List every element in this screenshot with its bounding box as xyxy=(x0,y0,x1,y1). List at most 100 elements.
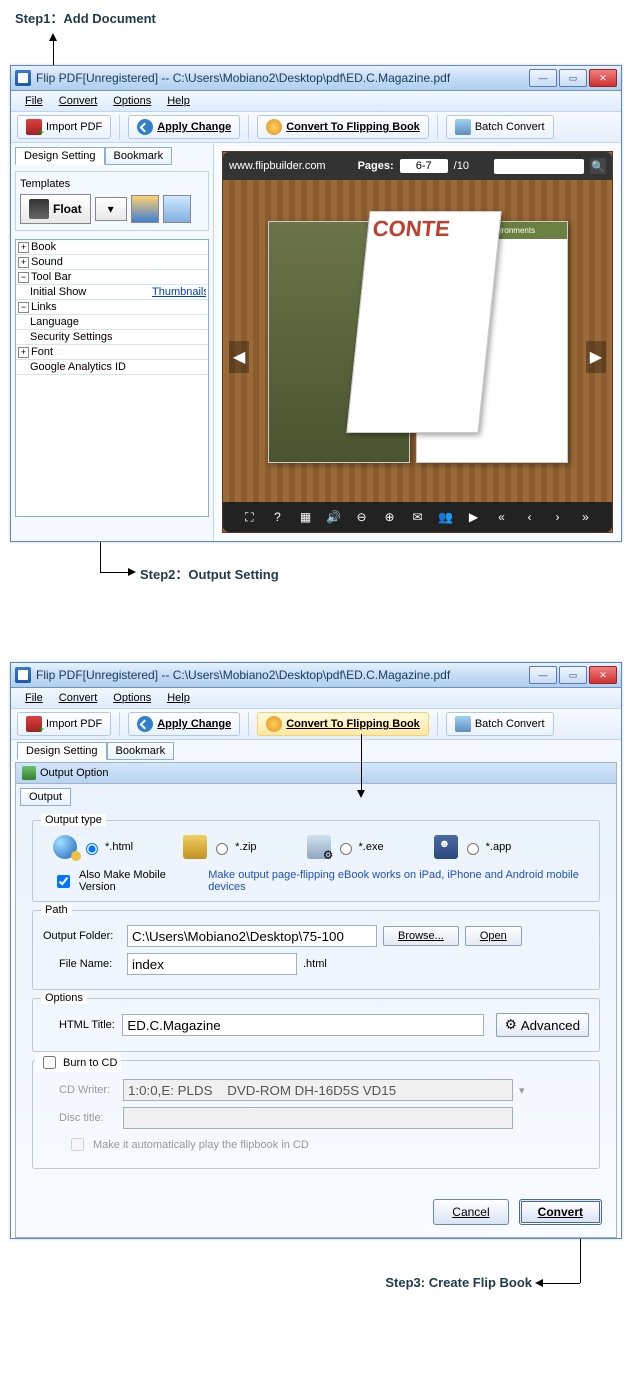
tab-bookmark[interactable]: Bookmark xyxy=(105,147,173,165)
main-window: Flip PDF[Unregistered] -- C:\Users\Mobia… xyxy=(10,65,622,542)
apply-icon xyxy=(137,119,153,135)
tree-language[interactable]: Language xyxy=(30,316,152,328)
arrow-step1-head xyxy=(49,33,57,41)
mail-icon[interactable]: ✉ xyxy=(409,508,427,526)
browse-button[interactable]: Browse... xyxy=(383,926,459,946)
page-stack[interactable]: st Effective Green Environments CONTE xyxy=(268,216,568,466)
fullscreen-icon[interactable]: ⛶ xyxy=(241,508,259,526)
tree-initial-show[interactable]: Initial Show xyxy=(30,286,152,298)
preview-area: www.flipbuilder.com Pages: 6-7 /10 🔍 ◀ s… xyxy=(214,143,621,541)
import-icon xyxy=(26,716,42,732)
page-prev-arrow[interactable]: ◀ xyxy=(229,341,249,373)
radio-zip[interactable] xyxy=(216,843,228,855)
next-page-icon[interactable]: › xyxy=(549,508,567,526)
play-icon[interactable]: ▶ xyxy=(465,508,483,526)
burn-cd-fieldset: Burn to CD CD Writer: ▾ Disc title: Make… xyxy=(32,1060,600,1169)
advanced-button[interactable]: ⚙Advanced xyxy=(496,1013,589,1037)
mobile-version-checkbox[interactable] xyxy=(57,875,70,888)
tree-initial-show-val[interactable]: Thumbnails xyxy=(152,286,206,298)
convert-flipping-button-active[interactable]: Convert To Flipping Book xyxy=(257,712,429,736)
html-title-label: HTML Title: xyxy=(59,1019,116,1031)
tree-links[interactable]: Links xyxy=(31,301,57,313)
import-pdf-button[interactable]: Import PDF xyxy=(17,712,111,736)
tree-font[interactable]: Font xyxy=(31,346,53,358)
help-icon[interactable]: ? xyxy=(269,508,287,526)
menu-file[interactable]: File xyxy=(17,93,51,109)
cancel-button[interactable]: Cancel xyxy=(433,1199,508,1225)
menu-convert[interactable]: Convert xyxy=(51,93,106,109)
thumbnails-icon[interactable]: ▦ xyxy=(297,508,315,526)
template-float-button[interactable]: Float xyxy=(20,194,91,224)
float-label: Float xyxy=(53,202,82,216)
zoom-out-icon[interactable]: ⊖ xyxy=(353,508,371,526)
search-input[interactable] xyxy=(494,159,584,174)
dropdown-icon: ▾ xyxy=(519,1084,525,1097)
zoom-in-icon[interactable]: ⊕ xyxy=(381,508,399,526)
burn-cd-checkbox[interactable] xyxy=(43,1056,56,1069)
output-option-dialog: Output Option Output Output type *.html … xyxy=(15,762,617,1238)
file-name-input[interactable] xyxy=(127,953,297,975)
last-page-icon[interactable]: » xyxy=(577,508,595,526)
first-page-icon[interactable]: « xyxy=(493,508,511,526)
apply-label: Apply Change xyxy=(157,121,231,133)
menu-options[interactable]: Options xyxy=(105,93,159,109)
prev-page-icon[interactable]: ‹ xyxy=(521,508,539,526)
tab-design-setting[interactable]: Design Setting xyxy=(15,147,105,165)
template-dropdown-button[interactable]: ▾ xyxy=(95,197,127,221)
page-input[interactable]: 6-7 xyxy=(400,159,448,173)
menu-file[interactable]: File xyxy=(17,690,51,706)
close-button[interactable]: ✕ xyxy=(589,69,617,87)
radio-exe[interactable] xyxy=(340,843,352,855)
tree-toolbar[interactable]: Tool Bar xyxy=(31,271,71,283)
radio-html[interactable] xyxy=(86,843,98,855)
page-total: /10 xyxy=(454,160,469,172)
import-pdf-button[interactable]: Import PDF xyxy=(17,115,111,139)
exe-icon xyxy=(307,835,331,859)
import-icon xyxy=(26,119,42,135)
batch-convert-button[interactable]: Batch Convert xyxy=(446,712,554,736)
settings-tree[interactable]: +Book +Sound −Tool Bar Initial ShowThumb… xyxy=(15,239,209,517)
tab-output[interactable]: Output xyxy=(20,788,71,806)
menu-convert[interactable]: Convert xyxy=(51,690,106,706)
template-export-button[interactable] xyxy=(163,195,191,223)
template-style-button[interactable] xyxy=(131,195,159,223)
html-title-input[interactable] xyxy=(122,1014,483,1036)
apply-change-button[interactable]: Apply Change xyxy=(128,712,240,736)
tab-design-setting-2[interactable]: Design Setting xyxy=(17,742,107,760)
minimize-button[interactable]: — xyxy=(529,666,557,684)
menubar-2: File Convert Options Help xyxy=(11,688,621,709)
menu-options[interactable]: Options xyxy=(105,690,159,706)
maximize-button[interactable]: ▭ xyxy=(559,666,587,684)
maximize-button[interactable]: ▭ xyxy=(559,69,587,87)
arrow-step3-v xyxy=(580,1239,581,1283)
tab-bookmark-2[interactable]: Bookmark xyxy=(107,742,175,760)
batch-convert-button[interactable]: Batch Convert xyxy=(446,115,554,139)
tree-book[interactable]: Book xyxy=(31,241,56,253)
radio-app[interactable] xyxy=(467,843,479,855)
apply-change-button[interactable]: Apply Change xyxy=(128,115,240,139)
collapse-icon[interactable]: − xyxy=(18,272,29,283)
convert-flipping-button[interactable]: Convert To Flipping Book xyxy=(257,115,429,139)
import-label: Import PDF xyxy=(46,121,102,133)
expand-icon[interactable]: + xyxy=(18,257,29,268)
close-button[interactable]: ✕ xyxy=(589,666,617,684)
output-folder-input[interactable] xyxy=(127,925,377,947)
expand-icon[interactable]: + xyxy=(18,347,29,358)
sound-icon[interactable]: 🔊 xyxy=(325,508,343,526)
page-next-arrow[interactable]: ▶ xyxy=(586,341,606,373)
tree-sound[interactable]: Sound xyxy=(31,256,63,268)
minimize-button[interactable]: — xyxy=(529,69,557,87)
tree-google-analytics[interactable]: Google Analytics ID xyxy=(30,361,152,373)
convert-button[interactable]: Convert xyxy=(519,1199,602,1225)
app-icon xyxy=(15,70,31,86)
open-button[interactable]: Open xyxy=(465,926,522,946)
output-type-fieldset: Output type *.html *.zip *.exe *.app Als… xyxy=(32,820,600,902)
menu-help[interactable]: Help xyxy=(159,690,198,706)
tree-security[interactable]: Security Settings xyxy=(30,331,152,343)
expand-icon[interactable]: + xyxy=(18,242,29,253)
share-icon[interactable]: 👥 xyxy=(437,508,455,526)
menu-help[interactable]: Help xyxy=(159,93,198,109)
collapse-icon[interactable]: − xyxy=(18,302,29,313)
search-icon[interactable]: 🔍 xyxy=(590,158,606,174)
import-label: Import PDF xyxy=(46,718,102,730)
